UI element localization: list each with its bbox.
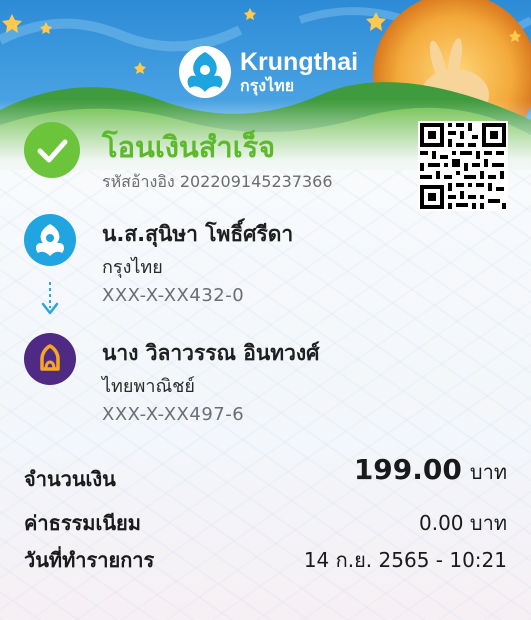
fee-label: ค่าธรรมเนียม (24, 511, 141, 535)
amount-value: 199.00 (353, 453, 462, 486)
recipient-bank: ไทยพาณิชย์ (102, 376, 195, 397)
qr-code[interactable] (418, 121, 508, 211)
success-check-icon (24, 122, 80, 178)
down-arrow-icon (41, 282, 59, 315)
status-title: โอนเงินสำเร็จ (102, 130, 276, 164)
sender-name: น.ส.สุนิษา โพธิ์ศรีดา (102, 222, 294, 246)
sender-bank: กรุงไทย (102, 257, 163, 278)
brand-header: Krungthai กรุงไทย (176, 44, 358, 100)
reference-number: รหัสอ้างอิง 202209145237366 (102, 172, 333, 191)
recipient-bank-logo (24, 333, 76, 385)
date-label: วันที่ทำรายการ (24, 548, 155, 572)
recipient-account: XXX-X-XX497-6 (102, 404, 245, 425)
fee-value: 0.00 บาท (419, 511, 507, 535)
amount-value-group: 199.00 บาท (354, 453, 507, 488)
amount-unit: บาท (469, 460, 507, 484)
krungthai-bird-icon (35, 224, 65, 256)
amount-label: จำนวนเงิน (24, 467, 116, 491)
date-value: 14 ก.ย. 2565 - 10:21 (303, 548, 507, 572)
recipient-name: นาง วิลาวรรณ อินทวงศ์ (102, 341, 320, 365)
qr-code-icon (418, 121, 508, 211)
brand-name: Krungthai (240, 48, 359, 76)
sender-account: XXX-X-XX432-0 (102, 285, 245, 306)
brand-text: Krungthai กรุงไทย (240, 50, 358, 94)
brand-name-thai: กรุงไทย (240, 76, 295, 95)
check-icon (37, 139, 68, 163)
scb-logo-icon (40, 344, 60, 371)
krungthai-logo (179, 46, 231, 98)
sender-bank-logo (24, 214, 76, 266)
